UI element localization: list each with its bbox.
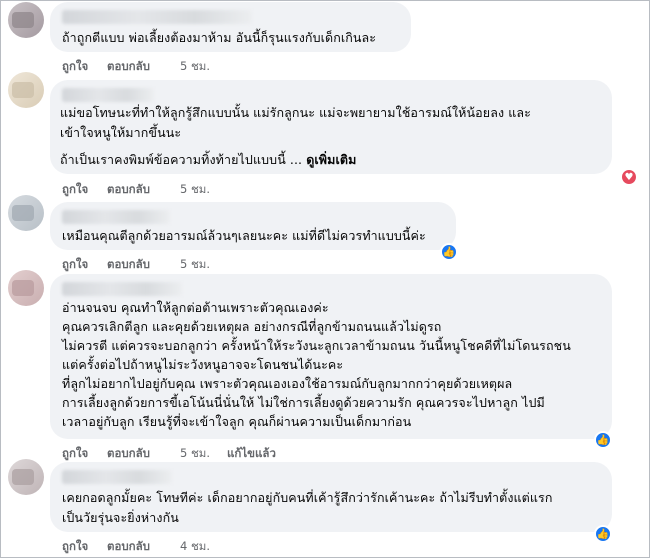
commenter-name[interactable] <box>62 282 182 296</box>
like-button[interactable]: ถูกใจ <box>62 58 88 76</box>
comment-bubble: เคยกอดลูกมั้ยคะ โทษทีค่ะ เด็กอยากอยู่กับ… <box>50 462 612 532</box>
like-reaction-icon[interactable]: 👍 <box>594 525 612 543</box>
comment-bubble: ถ้าถูกตีแบบ พ่อเลี้ยงต้องมาห้าม อันนี้ก็… <box>50 2 411 52</box>
commenter-name[interactable] <box>62 210 170 224</box>
reply-button[interactable]: ตอบกลับ <box>107 256 150 274</box>
comment-bubble: แม่ขอโทษนะที่ทำให้ลูกรู้สึกแบบนั้น แม่รั… <box>50 80 612 174</box>
comment-timestamp[interactable]: 5 ชม. <box>180 256 210 274</box>
edited-label[interactable]: แก้ไขแล้ว <box>227 445 276 463</box>
comment-text-line: เข้าใจหนูให้มากขึ้นนะ <box>60 125 182 140</box>
reply-button[interactable]: ตอบกลับ <box>107 58 150 76</box>
reply-button[interactable]: ตอบกลับ <box>107 445 150 463</box>
comment-timestamp[interactable]: 5 ชม. <box>180 58 210 76</box>
comment-bubble: เหมือนคุณตีลูกด้วยอารมณ์ล้วนๆเลยนะคะ แม่… <box>50 202 456 250</box>
comment-text-line: เป็นวัยรุ่นจะยิ่งห่างกัน <box>62 510 179 525</box>
comment-text-line: ไม่ควรตี แต่ควรจะบอกลูกว่า ครั้งหน้าให้ร… <box>62 338 571 353</box>
love-reaction-icon[interactable]: ♥ <box>620 168 638 186</box>
truncated-text: ถ้าเป็นเราคงพิมพ์ข้อความทิ้งท้ายไปแบบนี้… <box>60 152 303 167</box>
avatar[interactable] <box>8 2 44 38</box>
commenter-name[interactable] <box>62 10 252 24</box>
avatar[interactable] <box>8 459 44 495</box>
avatar[interactable] <box>8 72 44 108</box>
comment-text-line: แม่ขอโทษนะที่ทำให้ลูกรู้สึกแบบนั้น แม่รั… <box>60 105 531 120</box>
commenter-name[interactable] <box>62 88 154 102</box>
reply-button[interactable]: ตอบกลับ <box>107 181 150 199</box>
like-button[interactable]: ถูกใจ <box>62 538 88 556</box>
comment-text-line: เวลาอยู่กับลูก เรียนรู้ที่จะเข้าใจลูก คุ… <box>62 414 412 429</box>
comment-text-line: อ่านจนจบ คุณทำให้ลูกต่อต้านเพราะตัวคุณเอ… <box>62 300 329 315</box>
comment-text-line: แต่ครั้งต่อไปถ้าหนูไม่ระวังหนูอาจจะโดนชน… <box>62 357 344 372</box>
comment-text-line: ถ้าเป็นเราคงพิมพ์ข้อความทิ้งท้ายไปแบบนี้… <box>60 151 356 169</box>
like-reaction-icon[interactable]: 👍 <box>594 431 612 449</box>
comment-text: เหมือนคุณตีลูกด้วยอารมณ์ล้วนๆเลยนะคะ แม่… <box>62 228 426 243</box>
comment-timestamp[interactable]: 5 ชม. <box>180 445 210 463</box>
comment-text: ถ้าถูกตีแบบ พ่อเลี้ยงต้องมาห้าม อันนี้ก็… <box>62 30 377 45</box>
see-more-link[interactable]: ดูเพิ่มเติม <box>306 152 356 167</box>
like-reaction-icon[interactable]: 👍 <box>440 243 458 261</box>
avatar[interactable] <box>8 195 44 231</box>
avatar[interactable] <box>8 270 44 306</box>
like-button[interactable]: ถูกใจ <box>62 256 88 274</box>
comment-text-line: การเลี้ยงลูกด้วยการขี้เอโน้นนี่นั่นให้ ไ… <box>62 395 545 410</box>
reply-button[interactable]: ตอบกลับ <box>107 538 150 556</box>
comment-text-line: เคยกอดลูกมั้ยคะ โทษทีค่ะ เด็กอยากอยู่กับ… <box>62 490 553 505</box>
comment-timestamp[interactable]: 5 ชม. <box>180 181 210 199</box>
commenter-name[interactable] <box>62 470 172 484</box>
like-button[interactable]: ถูกใจ <box>62 445 88 463</box>
comment-text-line: คุณควรเลิกตีลูก และคุยด้วยเหตุผล อย่างกร… <box>62 319 442 334</box>
comment-bubble: อ่านจนจบ คุณทำให้ลูกต่อต้านเพราะตัวคุณเอ… <box>50 274 612 439</box>
comment-text-line: ที่ลูกไม่อยากไปอยู่กับคุณ เพราะตัวคุณเอง… <box>62 376 513 391</box>
comment-timestamp[interactable]: 4 ชม. <box>180 538 210 556</box>
like-button[interactable]: ถูกใจ <box>62 181 88 199</box>
